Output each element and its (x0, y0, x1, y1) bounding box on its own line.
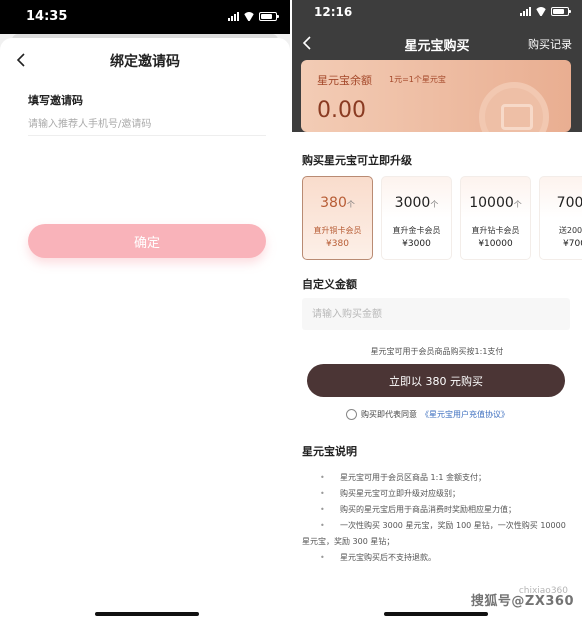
package-desc: 直升铜卡会员 (313, 226, 362, 235)
wifi-icon (535, 7, 547, 16)
package-price: ¥700 (563, 239, 582, 249)
cellular-signal-icon (228, 12, 239, 21)
exchange-rate: 1元=1个星元宝 (389, 75, 446, 84)
custom-amount-input[interactable] (302, 298, 570, 330)
payment-note: 星元宝可用于会员商品购买按1:1支付 (370, 347, 504, 356)
package-amount: 3000个 (394, 195, 439, 211)
package-price: ¥380 (326, 239, 349, 249)
list-item: 购买星元宝可立即升级对应级别； (302, 486, 572, 502)
star-coin-purchase-screen: 12:16 星元宝购买 购买记录 星元宝余额 1元=1个星元宝 0.00 购买星… (292, 0, 582, 623)
battery-icon (259, 12, 279, 21)
explain-title: 星元宝说明 (302, 445, 357, 458)
invite-code-input[interactable] (28, 114, 266, 136)
package-price: ¥3000 (402, 239, 431, 249)
package-amount: 7000 (556, 195, 582, 211)
status-bar: 12:16 (292, 0, 582, 26)
package-card-3000[interactable]: 3000个 直升金卡会员 ¥3000 (381, 176, 452, 260)
home-indicator (95, 612, 199, 616)
list-item: 星元宝可用于会员区商品 1:1 金额支付； (302, 470, 572, 486)
package-desc: 直升金卡会员 (392, 226, 441, 235)
status-icons (228, 12, 279, 21)
cellular-signal-icon (520, 7, 531, 16)
buy-now-button[interactable]: 立即以 380 元购买 (307, 364, 565, 397)
package-card-380[interactable]: 380个 直升铜卡会员 ¥380 (302, 176, 373, 260)
package-desc: 直升钻卡会员 (471, 226, 520, 235)
list-item: 星元宝购买后不支持退款。 (302, 550, 572, 566)
agreement-row: 购买即代表同意 《星元宝用户充值协议》 (346, 408, 509, 420)
invite-code-screen: 14:35 绑定邀请码 填写邀请码 确定 (0, 0, 290, 623)
balance-amount: 0.00 (317, 98, 366, 123)
home-indicator (384, 612, 488, 616)
confirm-button[interactable]: 确定 (28, 224, 266, 258)
purchase-records-link[interactable]: 购买记录 (528, 36, 572, 52)
radio-unchecked-icon[interactable] (346, 408, 357, 420)
explain-list: 星元宝可用于会员区商品 1:1 金额支付； 购买星元宝可立即升级对应级别； 购买… (302, 470, 572, 566)
agreement-link[interactable]: 《星元宝用户充值协议》 (421, 409, 509, 420)
package-price: ¥10000 (478, 239, 513, 249)
status-bar: 14:35 (0, 0, 290, 34)
package-desc: 送200星 (558, 226, 582, 235)
custom-amount-title: 自定义金额 (302, 278, 357, 291)
coin-icon (479, 82, 549, 132)
watermark: 搜狐号@ZX360 (470, 594, 574, 609)
invite-field-label: 填写邀请码 (28, 94, 83, 107)
wifi-icon (243, 12, 255, 21)
nav-bar: 星元宝购买 购买记录 (292, 28, 582, 58)
list-item: 一次性购买 3000 星元宝，奖励 100 星钻，一次性购买 10000 星元宝… (302, 518, 572, 550)
balance-label: 星元宝余额 (317, 74, 372, 87)
balance-card: 星元宝余额 1元=1个星元宝 0.00 (301, 60, 571, 132)
list-item: 购买的星元宝后用于商品消费时奖励相应星力值； (302, 502, 572, 518)
packages-title: 购买星元宝可立即升级 (302, 154, 412, 167)
package-list: 380个 直升铜卡会员 ¥380 3000个 直升金卡会员 ¥3000 1000… (302, 176, 582, 260)
agreement-text: 购买即代表同意 (361, 409, 417, 419)
package-card-7000[interactable]: 7000 送200星 ¥700 (539, 176, 582, 260)
status-time: 14:35 (26, 9, 68, 24)
bind-invite-sheet: 绑定邀请码 填写邀请码 确定 (0, 38, 290, 623)
package-amount: 10000个 (469, 195, 522, 211)
package-card-10000[interactable]: 10000个 直升钻卡会员 ¥10000 (460, 176, 531, 260)
page-title: 绑定邀请码 (110, 54, 180, 70)
status-time: 12:16 (314, 5, 353, 19)
package-amount: 380个 (320, 195, 355, 211)
status-icons (520, 7, 571, 16)
battery-icon (551, 7, 571, 16)
